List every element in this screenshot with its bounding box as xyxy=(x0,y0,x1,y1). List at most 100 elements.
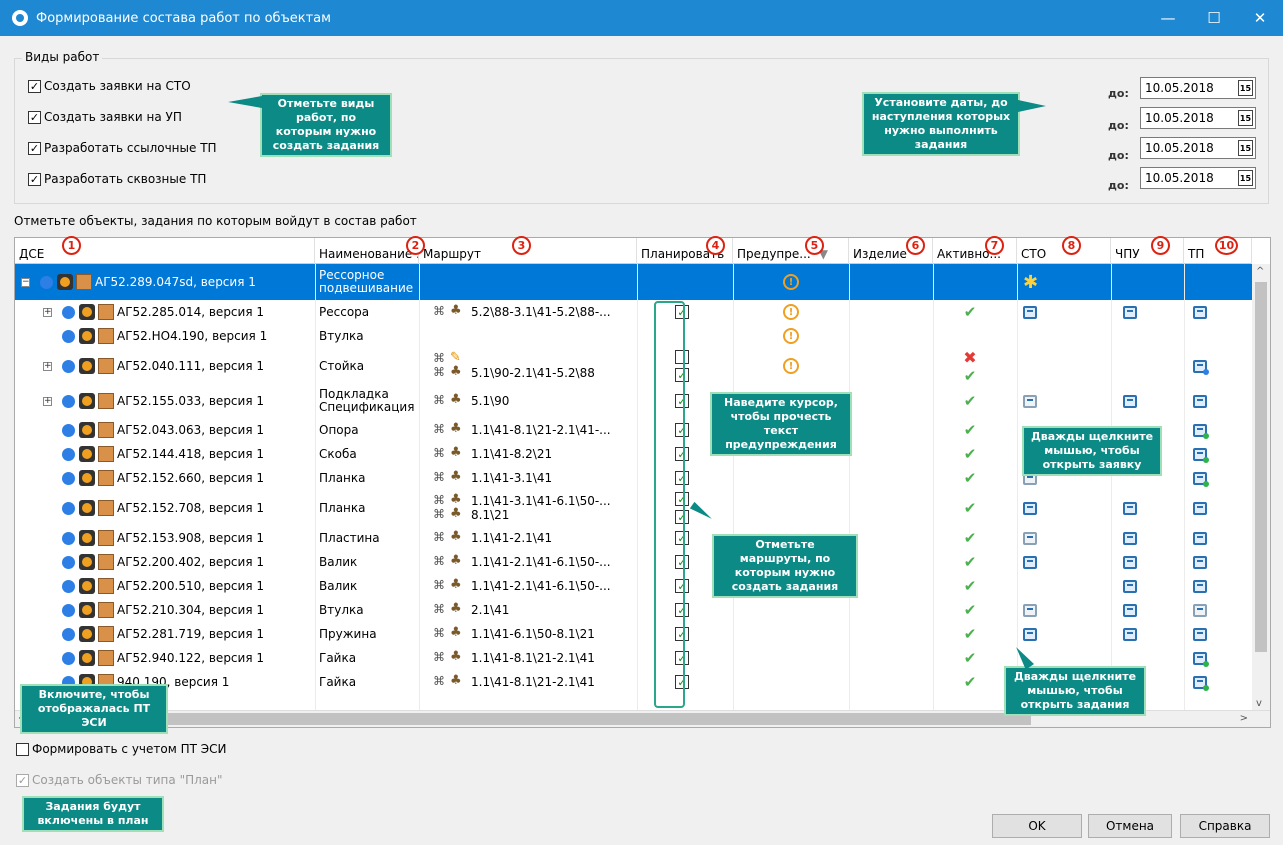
develop-ref-tp-checkbox[interactable]: ✓ Разработать ссылочные ТП xyxy=(28,141,217,155)
date-field-ref-tp[interactable]: 10.05.2018 15 xyxy=(1140,137,1256,159)
dse-cell[interactable]: АГ52.281.719, версия 1 xyxy=(43,622,323,646)
table-row[interactable]: − АГ52.289.047sd, версия 1 Рессорное подве… xyxy=(15,264,1252,300)
tp-document-icon[interactable] xyxy=(1193,675,1209,691)
col-name[interactable]: Наименование ... xyxy=(315,238,419,264)
chpu-document-icon[interactable] xyxy=(1123,555,1137,569)
checkbox-box[interactable]: ✓ xyxy=(28,141,41,155)
date-field-sto[interactable]: 10.05.2018 15 xyxy=(1140,77,1256,99)
dse-cell[interactable]: АГ52.940.122, версия 1 xyxy=(43,646,323,670)
chpu-document-icon[interactable] xyxy=(1123,394,1137,408)
chpu-document-icon[interactable] xyxy=(1123,603,1137,617)
sto-document-icon[interactable] xyxy=(1023,501,1037,515)
scroll-down-icon[interactable]: v xyxy=(1256,698,1262,709)
warning-cell[interactable]: ! xyxy=(783,324,803,348)
chpu-cell[interactable] xyxy=(1123,384,1153,418)
sto-document-icon[interactable] xyxy=(1023,555,1037,569)
plan-checkbox[interactable]: ✓ xyxy=(675,675,689,689)
objects-grid[interactable]: ДСЕ Наименование ... Маршрут Планировать… xyxy=(14,237,1271,728)
tp-document-icon[interactable] xyxy=(1193,579,1207,593)
tp-document-icon[interactable] xyxy=(1193,627,1207,641)
tp-cell[interactable] xyxy=(1193,300,1223,324)
sto-cell[interactable] xyxy=(1023,622,1053,646)
chpu-document-icon[interactable] xyxy=(1123,501,1137,515)
tp-document-icon[interactable] xyxy=(1193,501,1207,515)
sto-document-icon[interactable] xyxy=(1023,603,1037,617)
chpu-cell[interactable] xyxy=(1123,490,1153,526)
plan-checkbox[interactable]: ✓ xyxy=(675,447,689,461)
date-field-through-tp[interactable]: 10.05.2018 15 xyxy=(1140,167,1256,189)
tp-document-icon[interactable] xyxy=(1193,651,1209,667)
chpu-document-icon[interactable] xyxy=(1123,627,1137,641)
sto-document-icon[interactable] xyxy=(1023,305,1037,319)
sto-cell[interactable] xyxy=(1023,490,1053,526)
chpu-document-icon[interactable] xyxy=(1123,305,1137,319)
sto-cell[interactable]: ✱ xyxy=(1023,264,1053,300)
develop-through-tp-checkbox[interactable]: ✓ Разработать сквозные ТП xyxy=(28,172,206,186)
date-field-up[interactable]: 10.05.2018 15 xyxy=(1140,107,1256,129)
warning-icon[interactable]: ! xyxy=(783,328,799,344)
table-row[interactable]: АГ52.281.719, версия 1 Пружина 1.1\41-6.1\… xyxy=(15,622,1252,646)
warning-icon[interactable]: ! xyxy=(783,274,799,290)
scroll-right-icon[interactable]: > xyxy=(1240,713,1248,724)
tp-cell[interactable] xyxy=(1193,384,1223,418)
horizontal-scroll-thumb[interactable] xyxy=(31,713,1031,725)
tp-document-icon[interactable] xyxy=(1193,471,1209,487)
calendar-icon[interactable]: 15 xyxy=(1238,140,1253,156)
dse-cell[interactable]: + АГ52.285.014, версия 1 xyxy=(43,300,323,324)
plan-checkbox[interactable]: ✓ xyxy=(675,471,689,485)
dse-cell[interactable]: + АГ52.155.033, версия 1 xyxy=(43,384,323,418)
plan-checkbox[interactable]: ✓ xyxy=(675,627,689,641)
tp-document-icon[interactable] xyxy=(1193,305,1207,319)
chpu-cell[interactable] xyxy=(1123,550,1153,574)
chpu-cell[interactable] xyxy=(1123,300,1153,324)
dse-cell[interactable]: + АГ52.040.111, версия 1 xyxy=(43,348,323,384)
tp-document-icon[interactable] xyxy=(1193,359,1209,375)
dse-cell[interactable]: АГ52.НО4.190, версия 1 xyxy=(43,324,323,348)
tp-document-icon[interactable] xyxy=(1193,555,1207,569)
tp-document-icon[interactable] xyxy=(1193,531,1207,545)
plan-checkbox[interactable]: ✓ xyxy=(675,492,689,506)
tp-cell[interactable] xyxy=(1193,550,1223,574)
cancel-button[interactable]: Отмена xyxy=(1088,814,1172,838)
expand-toggle-icon[interactable]: + xyxy=(43,396,52,406)
chpu-cell[interactable] xyxy=(1123,526,1153,550)
sto-cell[interactable] xyxy=(1023,384,1053,418)
calendar-icon[interactable]: 15 xyxy=(1238,110,1253,126)
sto-cell[interactable] xyxy=(1023,526,1053,550)
plan-checkbox[interactable]: ✓ xyxy=(675,651,689,665)
expand-toggle-icon[interactable]: + xyxy=(43,361,52,371)
create-up-checkbox[interactable]: ✓ Создать заявки на УП xyxy=(28,110,182,124)
table-row[interactable]: + АГ52.285.014, версия 1 Рессора 5.2\88-3.1… xyxy=(15,300,1252,324)
table-row[interactable]: АГ52.200.402, версия 1 Валик 1.1\41-2.1\41… xyxy=(15,550,1252,574)
tp-cell[interactable] xyxy=(1193,348,1223,384)
chpu-cell[interactable] xyxy=(1123,574,1153,598)
table-row[interactable]: АГ52.152.708, версия 1 Планка 1.1\41-3.1\4… xyxy=(15,490,1252,526)
vertical-scroll-thumb[interactable] xyxy=(1255,282,1267,652)
col-warning[interactable]: Предупре... ▼ xyxy=(733,238,849,264)
checkbox-box[interactable]: ✓ xyxy=(28,79,41,93)
create-sto-checkbox[interactable]: ✓ Создать заявки на СТО xyxy=(28,79,191,93)
tp-cell[interactable] xyxy=(1193,670,1223,694)
table-row[interactable]: + АГ52.155.033, версия 1 Подкладка Специфи… xyxy=(15,384,1252,418)
tp-cell[interactable] xyxy=(1193,646,1223,670)
tp-document-icon[interactable] xyxy=(1193,423,1209,439)
sto-document-icon[interactable] xyxy=(1023,627,1037,641)
tp-cell[interactable] xyxy=(1193,442,1223,466)
sto-cell[interactable] xyxy=(1023,550,1053,574)
expand-toggle-icon[interactable]: − xyxy=(21,277,30,287)
tp-cell[interactable] xyxy=(1193,466,1223,490)
calendar-icon[interactable]: 15 xyxy=(1238,170,1253,186)
dse-cell[interactable]: АГ52.152.660, версия 1 xyxy=(43,466,323,490)
tp-document-icon[interactable] xyxy=(1193,394,1207,408)
plan-checkbox[interactable]: ✓ xyxy=(675,579,689,593)
table-row[interactable]: АГ52.153.908, версия 1 Пластина 1.1\41-2.1… xyxy=(15,526,1252,550)
chpu-document-icon[interactable] xyxy=(1123,579,1137,593)
table-row[interactable]: АГ52.210.304, версия 1 Втулка 2.1\41 ✓ ✔ xyxy=(15,598,1252,622)
tp-document-icon[interactable] xyxy=(1193,447,1209,463)
warning-cell[interactable]: ! xyxy=(783,300,803,324)
close-button[interactable]: ✕ xyxy=(1237,0,1283,36)
dse-cell[interactable]: АГ52.153.908, версия 1 xyxy=(43,526,323,550)
table-row[interactable]: АГ52.200.510, версия 1 Валик 1.1\41-2.1\41… xyxy=(15,574,1252,598)
warning-icon[interactable]: ! xyxy=(783,304,799,320)
tp-cell[interactable] xyxy=(1193,598,1223,622)
